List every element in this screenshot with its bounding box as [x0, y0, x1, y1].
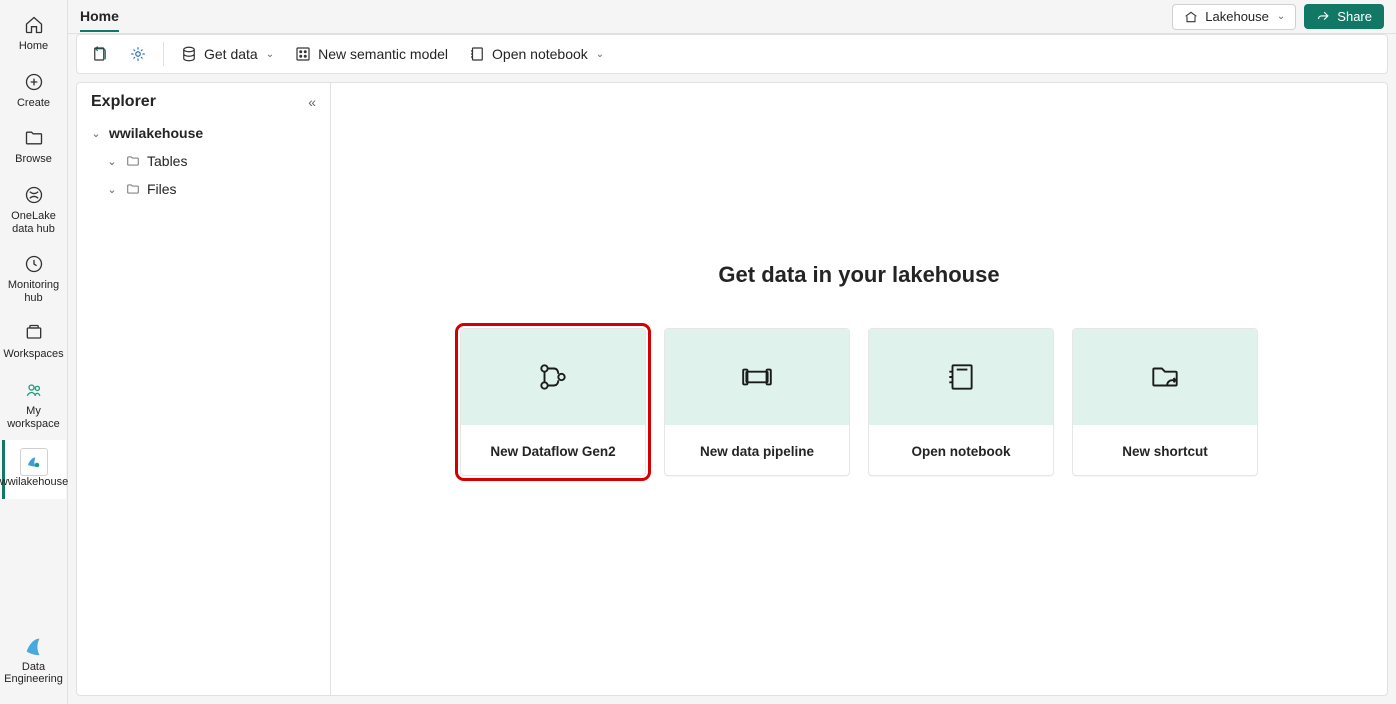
get-data-label: Get data	[204, 46, 258, 62]
gear-icon	[129, 45, 147, 63]
lakehouse-thumbnail-icon	[20, 448, 48, 476]
nav-my-workspace-label: My workspace	[4, 405, 64, 430]
nav-my-workspace[interactable]: My workspace	[2, 371, 66, 440]
card-new-data-pipeline[interactable]: New data pipeline	[664, 328, 850, 476]
tree-files[interactable]: ⌄ Files	[85, 175, 322, 203]
share-icon	[1316, 9, 1331, 24]
toolbar-divider	[163, 42, 164, 66]
nav-data-engineering-label: Data Engineering	[4, 661, 64, 686]
nav-onelake-label: OneLake data hub	[4, 210, 64, 235]
tree-root-label: wwilakehouse	[109, 125, 203, 141]
nav-home-label: Home	[19, 40, 48, 53]
chevron-down-icon: ⌄	[596, 49, 604, 60]
canvas-heading: Get data in your lakehouse	[718, 262, 999, 288]
pipeline-icon	[740, 360, 774, 394]
nav-workspaces[interactable]: Workspaces	[2, 314, 66, 371]
chevron-down-icon: ⌄	[105, 183, 119, 196]
nav-workspaces-label: Workspaces	[3, 348, 63, 361]
folder-icon	[125, 154, 141, 168]
nav-create-label: Create	[17, 97, 50, 110]
tree-tables[interactable]: ⌄ Tables	[85, 147, 322, 175]
lakehouse-mode-label: Lakehouse	[1205, 9, 1269, 24]
refresh-icon	[91, 45, 109, 63]
monitor-icon	[23, 253, 45, 275]
content-area: Explorer « ⌄ wwilakehouse ⌄ Tables ⌄	[76, 82, 1388, 696]
card-label: Open notebook	[869, 425, 1053, 476]
chevron-down-icon: ⌄	[1277, 11, 1285, 22]
toolbar: Get data ⌄ New semantic model Open noteb…	[76, 34, 1388, 74]
home-icon	[23, 14, 45, 36]
card-label: New Dataflow Gen2	[461, 425, 645, 476]
left-nav-rail: Home Create Browse OneLake data hub Moni…	[0, 0, 68, 704]
notebook-icon	[944, 360, 978, 394]
nav-create[interactable]: Create	[2, 63, 66, 120]
people-icon	[23, 379, 45, 401]
top-bar: Home Lakehouse ⌄ Share	[68, 0, 1396, 34]
open-notebook-button[interactable]: Open notebook ⌄	[460, 41, 612, 67]
share-button-label: Share	[1337, 9, 1372, 24]
model-icon	[294, 45, 312, 63]
lakehouse-mode-button[interactable]: Lakehouse ⌄	[1172, 4, 1296, 30]
get-data-button[interactable]: Get data ⌄	[172, 41, 282, 67]
card-new-dataflow-gen2[interactable]: New Dataflow Gen2	[460, 328, 646, 476]
explorer-title: Explorer	[91, 93, 156, 111]
notebook-icon	[468, 45, 486, 63]
chevron-down-icon: ⌄	[89, 127, 103, 140]
cards-row: New Dataflow Gen2 New data pipeline	[460, 328, 1258, 476]
nav-data-engineering[interactable]: Data Engineering	[2, 627, 66, 696]
card-open-notebook[interactable]: Open notebook	[868, 328, 1054, 476]
main-column: Home Lakehouse ⌄ Share	[68, 0, 1396, 704]
card-label: New shortcut	[1073, 425, 1257, 476]
dataflow-icon	[536, 360, 570, 394]
card-label: New data pipeline	[665, 425, 849, 476]
nav-browse-label: Browse	[15, 153, 52, 166]
canvas-area: Get data in your lakehouse New Dataflow …	[331, 83, 1387, 695]
data-engineering-icon	[23, 635, 45, 657]
open-notebook-label: Open notebook	[492, 46, 588, 62]
chevron-down-icon: ⌄	[266, 49, 274, 60]
nav-onelake[interactable]: OneLake data hub	[2, 176, 66, 245]
nav-wwilakehouse[interactable]: wwilakehouse	[2, 440, 66, 499]
folder-icon	[125, 182, 141, 196]
nav-monitoring[interactable]: Monitoring hub	[2, 245, 66, 314]
refresh-button[interactable]	[83, 41, 117, 67]
shortcut-icon	[1148, 360, 1182, 394]
plus-circle-icon	[23, 71, 45, 93]
tree-files-label: Files	[147, 181, 177, 197]
collapse-panel-icon[interactable]: «	[308, 94, 316, 110]
tree-tables-label: Tables	[147, 153, 187, 169]
database-icon	[180, 45, 198, 63]
explorer-panel: Explorer « ⌄ wwilakehouse ⌄ Tables ⌄	[77, 83, 331, 695]
lakehouse-icon	[1183, 9, 1199, 25]
folder-icon	[23, 127, 45, 149]
nav-browse[interactable]: Browse	[2, 119, 66, 176]
tree-root-wwilakehouse[interactable]: ⌄ wwilakehouse	[85, 119, 322, 147]
settings-button[interactable]	[121, 41, 155, 67]
tab-home[interactable]: Home	[80, 8, 119, 32]
nav-monitoring-label: Monitoring hub	[4, 279, 64, 304]
card-new-shortcut[interactable]: New shortcut	[1072, 328, 1258, 476]
new-semantic-model-button[interactable]: New semantic model	[286, 41, 456, 67]
share-button[interactable]: Share	[1304, 4, 1384, 29]
nav-home[interactable]: Home	[2, 6, 66, 63]
new-semantic-model-label: New semantic model	[318, 46, 448, 62]
workspaces-icon	[23, 322, 45, 344]
onelake-icon	[23, 184, 45, 206]
nav-wwilakehouse-label: wwilakehouse	[0, 476, 68, 489]
chevron-down-icon: ⌄	[105, 155, 119, 168]
